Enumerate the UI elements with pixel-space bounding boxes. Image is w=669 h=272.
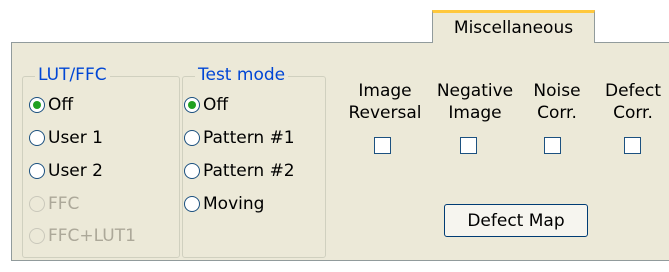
test-mode-title: Test mode bbox=[195, 65, 289, 85]
lut-ffc-option-user-1[interactable]: User 1 bbox=[29, 128, 103, 148]
lut-ffc-option-user-2[interactable]: User 2 bbox=[29, 161, 103, 181]
defect-map-button[interactable]: Defect Map bbox=[444, 204, 588, 237]
lut-ffc-option-label: Off bbox=[48, 95, 74, 115]
lut-ffc-option-off[interactable]: Off bbox=[29, 95, 73, 115]
test-mode-option-label: Pattern #2 bbox=[203, 161, 295, 181]
test-mode-option-pattern-2[interactable]: Pattern #2 bbox=[184, 161, 295, 181]
radio-icon bbox=[29, 130, 45, 146]
lut-ffc-option-ffc-lut1: FFC+LUT1 bbox=[29, 226, 136, 246]
lut-ffc-group: LUT/FFC Off User 1 User 2 FFC FFC+LUT1 bbox=[22, 65, 180, 258]
radio-icon bbox=[184, 163, 200, 179]
lut-ffc-option-label: User 1 bbox=[48, 128, 103, 148]
lut-ffc-option-label: FFC bbox=[48, 194, 80, 214]
radio-icon bbox=[29, 163, 45, 179]
radio-selected-icon bbox=[29, 97, 45, 113]
test-mode-option-label: Off bbox=[203, 95, 229, 115]
noise-corr-checkbox[interactable] bbox=[544, 137, 561, 154]
test-mode-option-off[interactable]: Off bbox=[184, 95, 228, 115]
negative-image-label: Negative Image bbox=[436, 81, 514, 123]
miscellaneous-panel: LUT/FFC Off User 1 User 2 FFC FFC+LUT1 T… bbox=[11, 42, 669, 261]
image-reversal-label: Image Reversal bbox=[348, 81, 422, 123]
lut-ffc-option-label: User 2 bbox=[48, 161, 103, 181]
test-mode-option-label: Pattern #1 bbox=[203, 128, 295, 148]
test-mode-option-pattern-1[interactable]: Pattern #1 bbox=[184, 128, 295, 148]
radio-icon bbox=[184, 196, 200, 212]
defect-corr-checkbox[interactable] bbox=[624, 137, 641, 154]
test-mode-group: Test mode Off Pattern #1 Pattern #2 Movi… bbox=[182, 65, 326, 258]
radio-disabled-icon bbox=[29, 228, 45, 244]
defect-map-button-label: Defect Map bbox=[467, 210, 565, 231]
radio-icon bbox=[184, 130, 200, 146]
tab-miscellaneous-label: Miscellaneous bbox=[453, 18, 574, 38]
image-reversal-checkbox[interactable] bbox=[374, 137, 391, 154]
test-mode-option-label: Moving bbox=[203, 194, 265, 214]
defect-corr-label: Defect Corr. bbox=[604, 81, 661, 123]
radio-disabled-icon bbox=[29, 196, 45, 212]
negative-image-checkbox[interactable] bbox=[460, 137, 477, 154]
test-mode-option-moving[interactable]: Moving bbox=[184, 194, 264, 214]
lut-ffc-option-ffc: FFC bbox=[29, 194, 79, 214]
noise-corr-label: Noise Corr. bbox=[533, 81, 581, 123]
lut-ffc-title: LUT/FFC bbox=[35, 65, 110, 85]
tab-miscellaneous[interactable]: Miscellaneous bbox=[432, 10, 595, 43]
lut-ffc-option-label: FFC+LUT1 bbox=[48, 226, 136, 246]
radio-selected-icon bbox=[184, 97, 200, 113]
